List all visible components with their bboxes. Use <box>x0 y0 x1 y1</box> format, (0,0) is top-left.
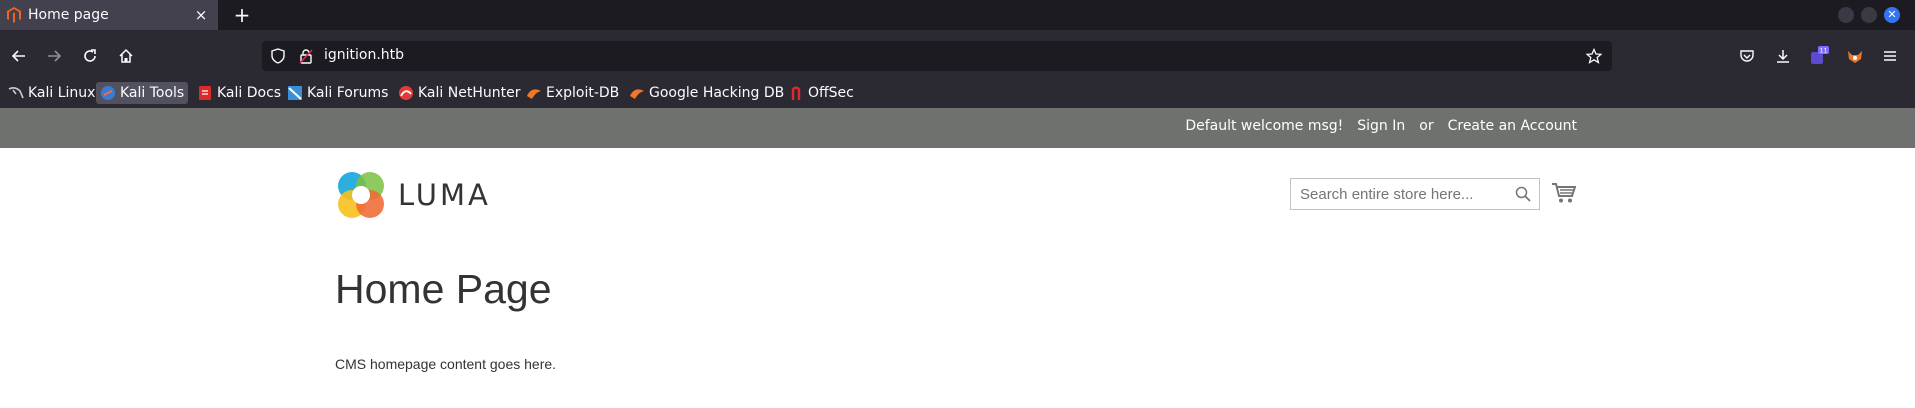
bookmark-label: Kali Linux <box>28 85 96 101</box>
bookmark-kali-linux[interactable]: Kali Linux <box>4 82 99 104</box>
extension-badge: 11 <box>1820 48 1828 55</box>
pocket-icon[interactable] <box>1734 43 1760 69</box>
create-account-link[interactable]: Create an Account <box>1448 118 1577 134</box>
foxyproxy-icon[interactable] <box>1842 43 1868 69</box>
logo-text: LUMA <box>398 178 491 212</box>
home-icon[interactable] <box>113 43 139 69</box>
insecure-lock-icon[interactable] <box>298 48 314 64</box>
panel-header: Default welcome msg! Sign In or Create a… <box>0 108 1915 148</box>
bookmark-label: Exploit-DB <box>546 85 620 101</box>
store-logo[interactable]: LUMA <box>336 170 491 220</box>
close-tab-icon[interactable]: × <box>192 6 210 24</box>
kali-forums-icon <box>287 85 303 101</box>
bookmark-kali-nethunter[interactable]: Kali NetHunter <box>394 82 524 104</box>
bookmark-google-hacking-db[interactable]: Google Hacking DB <box>625 82 788 104</box>
tab-home-page[interactable]: Home page × <box>0 0 218 30</box>
url-text[interactable]: ignition.htb <box>324 47 404 63</box>
minimize-button[interactable] <box>1838 7 1854 23</box>
bookmark-label: Kali Tools <box>120 85 185 101</box>
bookmark-exploit-db[interactable]: Exploit-DB <box>522 82 623 104</box>
exploit-db-icon <box>526 85 542 101</box>
back-icon[interactable] <box>6 43 32 69</box>
bookmarks-toolbar: Kali Linux Kali Tools Kali Docs Kali For… <box>0 78 1915 108</box>
magento-icon <box>6 7 22 23</box>
search-icon[interactable] <box>1515 186 1531 202</box>
or-text: or <box>1419 118 1434 134</box>
menu-icon[interactable] <box>1877 43 1903 69</box>
bookmark-label: OffSec <box>808 85 854 101</box>
bookmark-label: Kali Forums <box>307 85 389 101</box>
extension-icon[interactable]: 11 <box>1806 43 1832 69</box>
kali-dragon-icon <box>8 85 24 101</box>
bookmark-kali-forums[interactable]: Kali Forums <box>283 82 392 104</box>
bookmark-label: Kali Docs <box>217 85 282 101</box>
nethunter-icon <box>398 85 414 101</box>
close-window-button[interactable]: ✕ <box>1884 7 1900 23</box>
kali-tools-icon <box>100 85 116 101</box>
cart-icon[interactable] <box>1552 182 1576 204</box>
bookmark-label: Kali NetHunter <box>418 85 521 101</box>
forward-icon[interactable] <box>41 43 67 69</box>
page-title: Home Page <box>335 266 552 312</box>
cms-content: CMS homepage content goes here. <box>335 356 557 372</box>
downloads-icon[interactable] <box>1770 43 1796 69</box>
bookmark-label: Google Hacking DB <box>649 85 785 101</box>
luma-logo-icon <box>338 172 384 218</box>
offsec-icon <box>788 85 804 101</box>
bookmark-offsec[interactable]: OffSec <box>784 82 858 104</box>
kali-docs-icon <box>197 85 213 101</box>
bookmark-kali-tools[interactable]: Kali Tools <box>96 82 189 104</box>
header-links: Default welcome msg! Sign In or Create a… <box>1185 118 1577 134</box>
maximize-button[interactable] <box>1861 7 1877 23</box>
tab-title: Home page <box>28 7 109 23</box>
reload-icon[interactable] <box>77 43 103 69</box>
welcome-message: Default welcome msg! <box>1185 118 1344 134</box>
ghdb-icon <box>629 85 645 101</box>
search-input[interactable] <box>1291 179 1511 209</box>
search-box <box>1290 178 1540 210</box>
sign-in-link[interactable]: Sign In <box>1357 118 1405 134</box>
bookmark-kali-docs[interactable]: Kali Docs <box>193 82 285 104</box>
tab-strip: Home page × + ✕ <box>0 0 1915 30</box>
bookmark-star-icon[interactable] <box>1586 48 1602 64</box>
new-tab-button[interactable]: + <box>230 3 254 27</box>
shield-icon[interactable] <box>270 48 286 64</box>
address-bar[interactable]: ignition.htb <box>262 41 1612 71</box>
